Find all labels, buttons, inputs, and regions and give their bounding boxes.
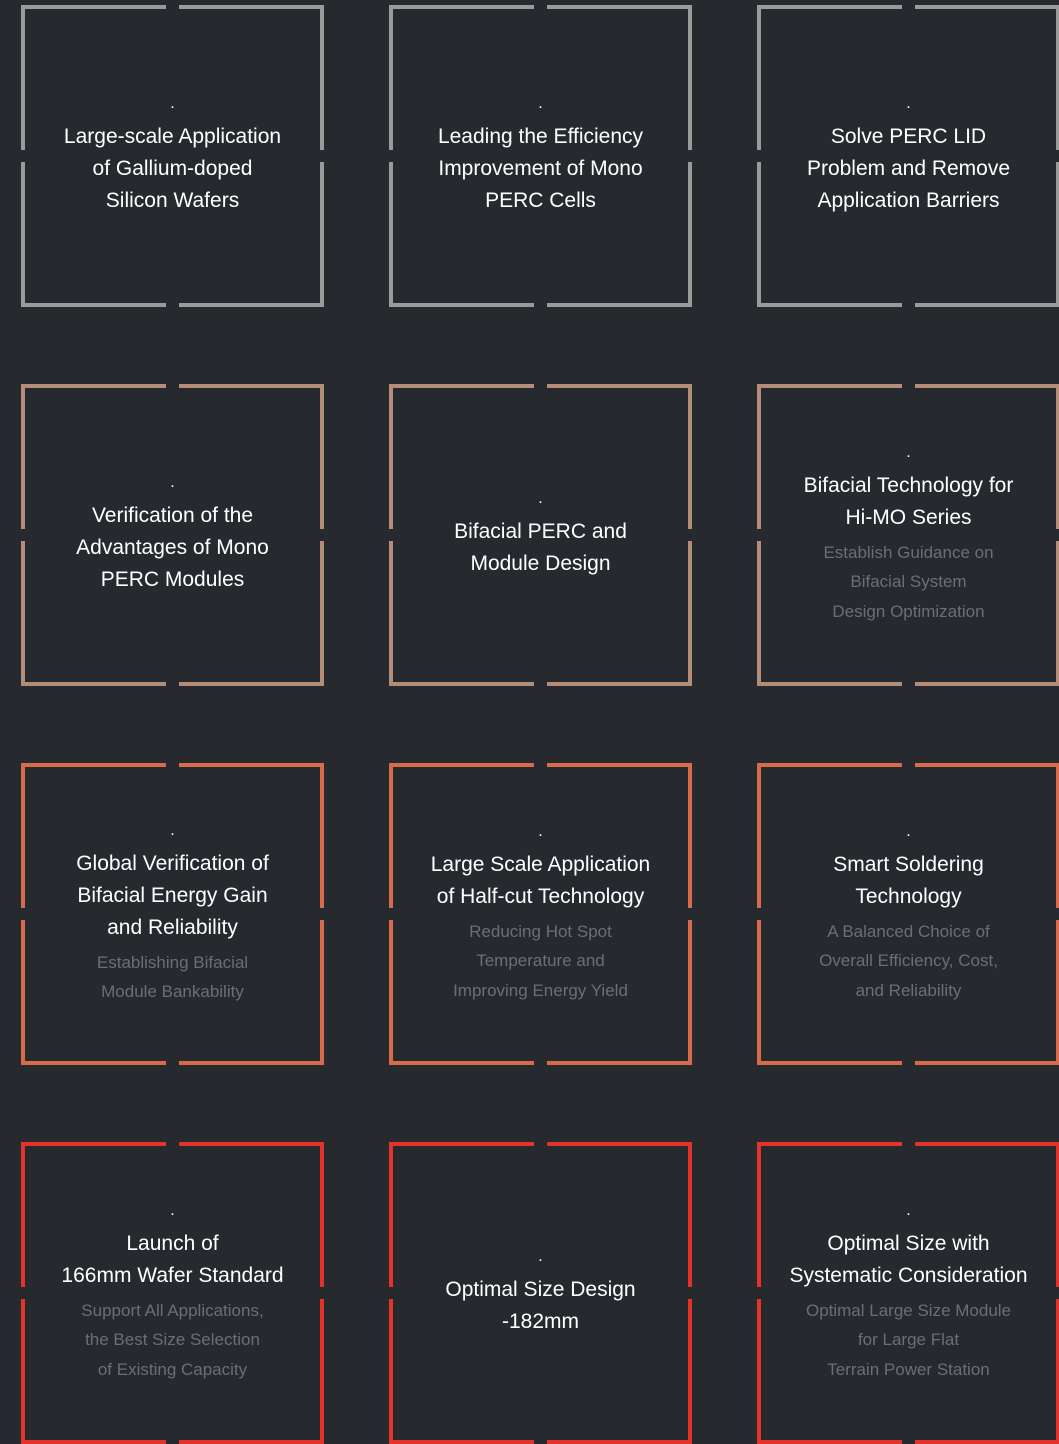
milestone-card: . Leading the Efficiency Improvement of … — [389, 5, 692, 307]
card-dot: . — [170, 1201, 175, 1219]
card-title: Launch of 166mm Wafer Standard — [61, 1231, 284, 1287]
card-title: Global Verification of Bifacial Energy G… — [76, 851, 269, 939]
card-subtitle: Establishing Bifacial Module Bankability — [96, 952, 249, 1002]
card-subtitle: Reducing Hot Spot Temperature and Improv… — [453, 921, 628, 1000]
milestone-card: . Launch of 166mm Wafer Standard Support… — [21, 1142, 324, 1444]
card-title: Bifacial Technology for Hi-MO Series — [803, 473, 1014, 529]
card-subtitle: Support All Applications, the Best Size … — [81, 1300, 264, 1379]
card-dot: . — [906, 443, 911, 461]
milestone-card: . Verification of the Advantages of Mono… — [21, 384, 324, 686]
card-title: Solve PERC LID Problem and Remove Applic… — [806, 125, 1011, 212]
milestone-card: . Global Verification of Bifacial Energy… — [21, 763, 324, 1065]
milestone-card: . Bifacial Technology for Hi-MO Series E… — [757, 384, 1059, 686]
card-dot: . — [538, 490, 543, 507]
card-dot: . — [170, 821, 175, 839]
milestone-card: . Solve PERC LID Problem and Remove Appl… — [757, 5, 1059, 307]
milestone-grid: . Large-scale Application of Gallium-dop… — [0, 0, 1059, 1444]
card-title: Smart Soldering Technology — [833, 852, 984, 908]
milestone-card: . Large-scale Application of Gallium-dop… — [21, 5, 324, 307]
card-subtitle: Establish Guidance on Bifacial System De… — [823, 542, 994, 621]
card-dot: . — [538, 822, 543, 840]
card-dot: . — [538, 95, 543, 112]
card-subtitle: Optimal Large Size Module for Large Flat… — [805, 1300, 1012, 1379]
milestone-card: . Smart Soldering Technology A Balanced … — [757, 763, 1059, 1065]
card-dot: . — [170, 474, 175, 491]
card-dot: . — [906, 1201, 911, 1219]
card-dot: . — [538, 1248, 543, 1265]
milestone-card: . Optimal Size Design -182mm — [389, 1142, 692, 1444]
milestone-card: . Bifacial PERC and Module Design — [389, 384, 692, 686]
card-dot: . — [170, 95, 175, 112]
card-dot: . — [906, 822, 911, 840]
milestone-card: . Optimal Size with Systematic Considera… — [757, 1142, 1059, 1444]
card-title: Leading the Efficiency Improvement of Mo… — [437, 125, 644, 212]
milestone-card: . Large Scale Application of Half-cut Te… — [389, 763, 692, 1065]
card-title: Verification of the Advantages of Mono P… — [76, 504, 269, 591]
card-title: Large-scale Application of Gallium-doped… — [63, 125, 282, 212]
card-title: Optimal Size with Systematic Considerati… — [789, 1231, 1028, 1287]
card-title: Large Scale Application of Half-cut Tech… — [430, 852, 651, 908]
card-title: Bifacial PERC and Module Design — [454, 520, 627, 575]
card-title: Optimal Size Design -182mm — [445, 1278, 636, 1333]
card-dot: . — [906, 95, 911, 112]
card-subtitle: A Balanced Choice of Overall Efficiency,… — [819, 921, 998, 1000]
